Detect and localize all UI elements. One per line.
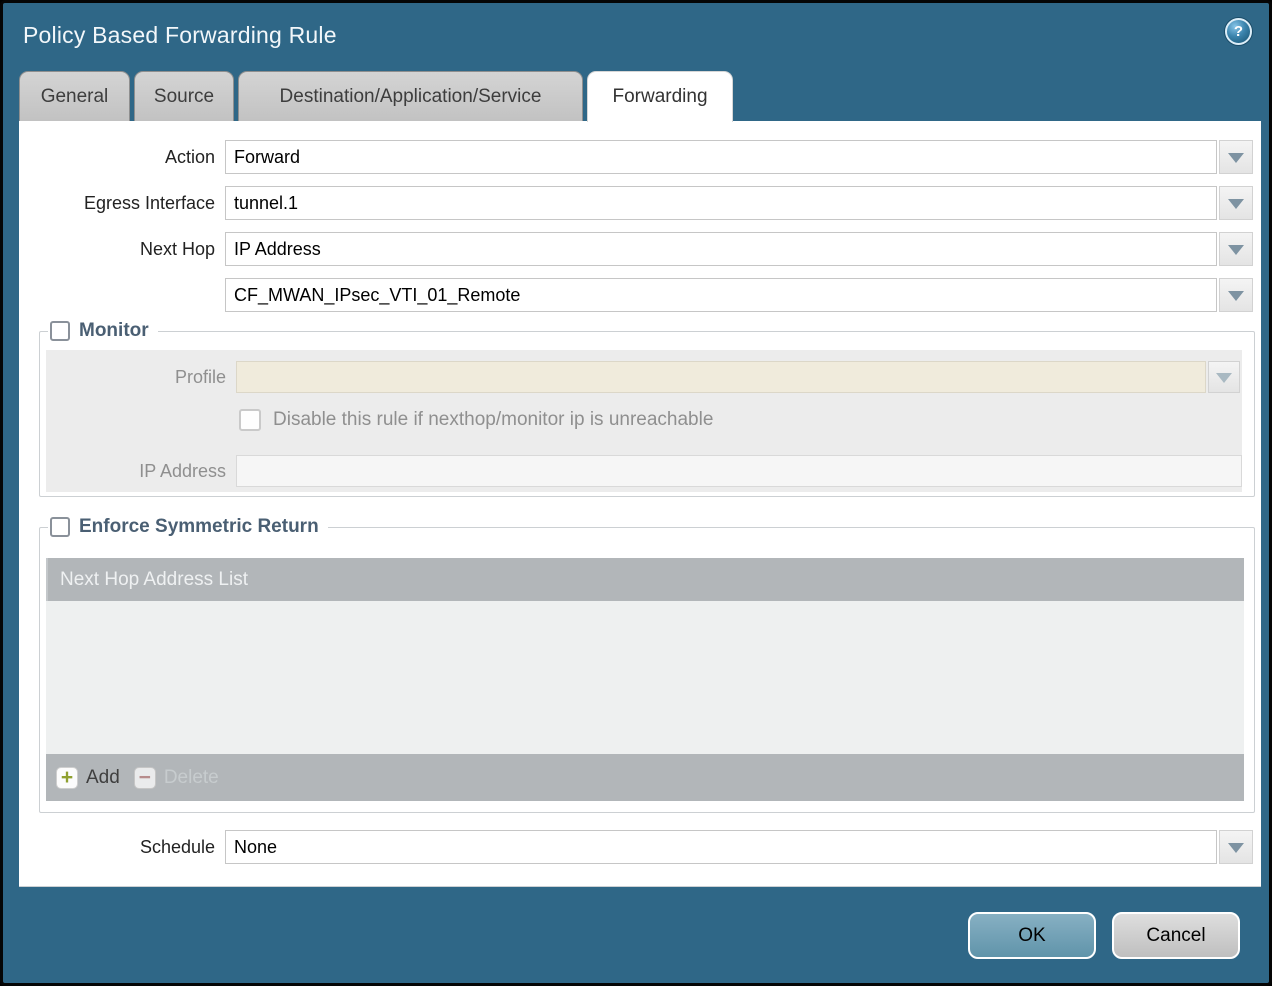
- tab-general[interactable]: General: [19, 71, 130, 121]
- schedule-field[interactable]: [225, 830, 1217, 864]
- enforce-symmetric-return-legend-label: Enforce Symmetric Return: [79, 516, 319, 538]
- minus-icon: −: [134, 767, 156, 789]
- monitor-ip-address-label: IP Address: [46, 455, 226, 487]
- monitor-section: Monitor Profile Disable this rule if nex…: [39, 331, 1255, 497]
- profile-dropdown-button[interactable]: [1208, 361, 1240, 393]
- egress-interface-label: Egress Interface: [19, 186, 215, 220]
- action-label: Action: [19, 140, 215, 174]
- schedule-dropdown-button[interactable]: [1219, 830, 1253, 864]
- monitor-checkbox[interactable]: [50, 321, 70, 341]
- tab-forwarding[interactable]: Forwarding: [587, 71, 733, 122]
- monitor-ip-address-field[interactable]: [236, 455, 1242, 487]
- action-field[interactable]: [225, 140, 1217, 174]
- enforce-symmetric-return-legend: Enforce Symmetric Return: [48, 516, 328, 538]
- tab-source[interactable]: Source: [134, 71, 234, 121]
- delete-button-label: Delete: [164, 767, 219, 789]
- monitor-legend-label: Monitor: [79, 320, 149, 342]
- policy-based-forwarding-dialog: Policy Based Forwarding Rule ? General S…: [0, 0, 1272, 986]
- add-button-label: Add: [86, 767, 120, 789]
- next-hop-address-list-body: [46, 601, 1244, 754]
- delete-button[interactable]: − Delete: [134, 767, 219, 789]
- tab-bar: General Source Destination/Application/S…: [19, 71, 733, 121]
- next-hop-type-dropdown-button[interactable]: [1219, 232, 1253, 266]
- next-hop-address-dropdown-button[interactable]: [1219, 278, 1253, 312]
- profile-label: Profile: [46, 361, 226, 393]
- next-hop-label: Next Hop: [19, 232, 215, 266]
- disable-rule-checkbox[interactable]: [239, 409, 261, 431]
- next-hop-address-list-column-header[interactable]: Next Hop Address List: [46, 558, 1244, 601]
- action-dropdown-button[interactable]: [1219, 140, 1253, 174]
- dialog-title: Policy Based Forwarding Rule: [23, 22, 337, 49]
- egress-interface-field[interactable]: [225, 186, 1217, 220]
- disable-rule-label: Disable this rule if nexthop/monitor ip …: [273, 406, 713, 434]
- plus-icon: +: [56, 767, 78, 789]
- egress-interface-dropdown-button[interactable]: [1219, 186, 1253, 220]
- next-hop-type-field[interactable]: [225, 232, 1217, 266]
- tab-destination-application-service[interactable]: Destination/Application/Service: [238, 71, 583, 121]
- title-bar: Policy Based Forwarding Rule ?: [3, 3, 1269, 68]
- schedule-label: Schedule: [19, 830, 215, 864]
- help-icon[interactable]: ?: [1225, 18, 1252, 45]
- profile-field[interactable]: [236, 361, 1206, 393]
- table-toolbar: + Add − Delete: [46, 754, 1244, 801]
- monitor-legend: Monitor: [48, 320, 158, 342]
- ok-button[interactable]: OK: [968, 912, 1096, 959]
- next-hop-address-field[interactable]: [225, 278, 1217, 312]
- enforce-symmetric-return-checkbox[interactable]: [50, 517, 70, 537]
- monitor-panel: Profile Disable this rule if nexthop/mon…: [46, 350, 1242, 492]
- next-hop-address-list-table: Next Hop Address List + Add − Delete: [46, 558, 1244, 801]
- add-button[interactable]: + Add: [56, 767, 120, 789]
- enforce-symmetric-return-section: Enforce Symmetric Return Next Hop Addres…: [39, 527, 1255, 813]
- forwarding-tab-panel: Action Egress Interface Next Hop Monitor: [19, 121, 1261, 887]
- cancel-button[interactable]: Cancel: [1112, 912, 1240, 959]
